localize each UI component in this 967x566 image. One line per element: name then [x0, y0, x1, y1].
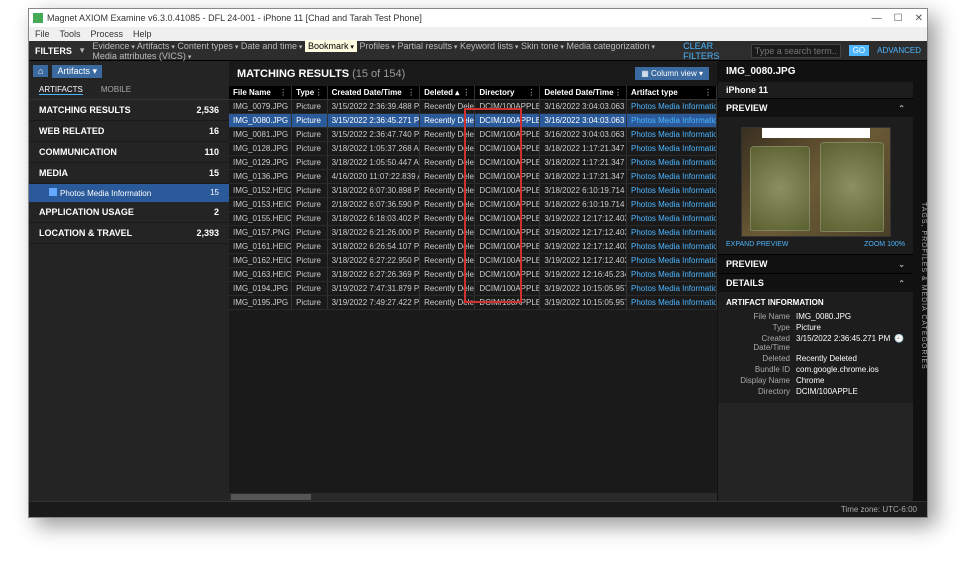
detail-row: TypePicture: [726, 322, 905, 333]
tab-artifacts[interactable]: ARTIFACTS: [39, 85, 83, 95]
table-row[interactable]: IMG_0079.JPGPicture3/15/2022 2:36:39.488…: [229, 100, 717, 114]
app-icon: [33, 13, 43, 23]
col-artifact-type[interactable]: Artifact type⋮: [627, 86, 717, 99]
table-row[interactable]: IMG_0194.JPGPicture3/19/2022 7:47:31.879…: [229, 282, 717, 296]
column-view-button[interactable]: ▦ Column view ▾: [635, 67, 709, 80]
preview-body: EXPAND PREVIEW ZOOM 100%: [718, 117, 913, 254]
filterbar: FILTERS ▾ Evidence Artifacts Content typ…: [29, 41, 927, 61]
col-deleted-date-time[interactable]: Deleted Date/Time⋮: [540, 86, 627, 99]
details-panel-header[interactable]: DETAILS⌃: [718, 273, 913, 292]
detail-row: Created Date/Time3/15/2022 2:36:45.271 P…: [726, 333, 905, 353]
table-row[interactable]: IMG_0153.HEICPicture2/18/2022 6:07:36.59…: [229, 198, 717, 212]
artifacts-dropdown[interactable]: Artifacts ▾: [52, 65, 102, 78]
chevron-up-icon: ⌃: [898, 279, 905, 288]
table-row[interactable]: IMG_0163.HEICPicture3/18/2022 6:27:26.36…: [229, 268, 717, 282]
table-row[interactable]: IMG_0136.JPGPicture4/16/2020 11:07:22.83…: [229, 170, 717, 184]
filter-skin-tone[interactable]: Skin tone: [521, 41, 564, 51]
preview-panel-header[interactable]: PREVIEW⌃: [718, 98, 913, 117]
timezone-label: Time zone: UTC-6:00: [841, 505, 917, 514]
table-row[interactable]: IMG_0157.PNGPicture3/18/2022 6:21:26.000…: [229, 226, 717, 240]
menu-tools[interactable]: Tools: [60, 29, 81, 39]
expand-preview-link[interactable]: EXPAND PREVIEW: [726, 241, 789, 248]
menubar: File Tools Process Help: [29, 27, 927, 41]
detail-row: DeletedRecently Deleted: [726, 353, 905, 364]
results-heading: MATCHING RESULTS: [237, 68, 349, 80]
filter-content-types[interactable]: Content types: [177, 41, 238, 51]
minimize-button[interactable]: —: [872, 13, 882, 24]
table-row[interactable]: IMG_0128.JPGPicture3/18/2022 1:05:37.268…: [229, 142, 717, 156]
artifact-info-heading: ARTIFACT INFORMATION: [726, 298, 905, 307]
table-row[interactable]: IMG_0152.HEICPicture3/18/2022 6:07:30.89…: [229, 184, 717, 198]
advanced-link[interactable]: ADVANCED: [877, 46, 921, 55]
preview2-panel-header[interactable]: PREVIEW⌄: [718, 254, 913, 273]
filter-media-attributes-vics-[interactable]: Media attributes (VICS): [92, 51, 191, 61]
results-count: (15 of 154): [352, 68, 405, 80]
filter-date-and-time[interactable]: Date and time: [241, 41, 303, 51]
sidebar-cat-communication[interactable]: COMMUNICATION110: [29, 142, 229, 163]
filter-partial-results[interactable]: Partial results: [397, 41, 457, 51]
detail-row: DirectoryDCIM/100APPLE: [726, 386, 905, 397]
table-header: File Name⋮Type⋮Created Date/Time⋮Deleted…: [229, 86, 717, 100]
chevron-up-icon: ⌃: [898, 104, 905, 113]
inspector-filename: IMG_0080.JPG: [718, 61, 913, 82]
col-file-name[interactable]: File Name⋮: [229, 86, 292, 99]
horizontal-scrollbar[interactable]: [229, 493, 717, 501]
close-button[interactable]: ✕: [915, 13, 923, 24]
table-row[interactable]: IMG_0161.HEICPicture3/18/2022 6:26:54.10…: [229, 240, 717, 254]
col-type[interactable]: Type⋮: [292, 86, 328, 99]
sidebar-tabs: ARTIFACTS MOBILE: [29, 81, 229, 100]
menu-file[interactable]: File: [35, 29, 50, 39]
clear-filters-link[interactable]: CLEAR FILTERS: [683, 41, 743, 61]
detail-row: Bundle IDcom.google.chrome.ios: [726, 364, 905, 375]
table-row[interactable]: IMG_0129.JPGPicture3/18/2022 1:05:50.447…: [229, 156, 717, 170]
results-table: File Name⋮Type⋮Created Date/Time⋮Deleted…: [229, 86, 717, 310]
sidebar: ⌂ Artifacts ▾ ARTIFACTS MOBILE MATCHING …: [29, 61, 229, 501]
col-directory[interactable]: Directory⋮: [475, 86, 540, 99]
sidebar-cat-web-related[interactable]: WEB RELATED16: [29, 121, 229, 142]
sidebar-cat-matching-results[interactable]: MATCHING RESULTS2,536: [29, 100, 229, 121]
tab-mobile[interactable]: MOBILE: [101, 85, 131, 95]
window-title: Magnet AXIOM Examine v6.3.0.41085 - DFL …: [47, 13, 422, 23]
sidebar-cat-application-usage[interactable]: APPLICATION USAGE2: [29, 202, 229, 223]
maximize-button[interactable]: ☐: [894, 13, 903, 24]
filter-bookmark[interactable]: Bookmark: [305, 40, 357, 52]
details-body: ARTIFACT INFORMATION File NameIMG_0080.J…: [718, 292, 913, 403]
sidebar-cat-media[interactable]: MEDIA15: [29, 163, 229, 184]
inspector-device: iPhone 11: [718, 82, 913, 98]
app-window: Magnet AXIOM Examine v6.3.0.41085 - DFL …: [28, 8, 928, 518]
window-controls: — ☐ ✕: [872, 13, 923, 24]
table-row[interactable]: IMG_0195.JPGPicture3/19/2022 7:49:27.422…: [229, 296, 717, 310]
table-row[interactable]: IMG_0162.HEICPicture3/18/2022 6:27:22.95…: [229, 254, 717, 268]
filter-media-categorization[interactable]: Media categorization: [566, 41, 655, 51]
filter-profiles[interactable]: Profiles: [359, 41, 394, 51]
detail-row: Display NameChrome: [726, 375, 905, 386]
results-pane: MATCHING RESULTS (15 of 154) ▦ Column vi…: [229, 61, 717, 501]
statusbar: Time zone: UTC-6:00: [29, 501, 927, 517]
preview-image[interactable]: [741, 127, 891, 237]
chevron-down-icon: ⌄: [898, 260, 905, 269]
tags-side-tab[interactable]: TAGS, PROFILES & MEDIA CATEGORIES: [913, 61, 927, 501]
go-button[interactable]: GO: [849, 45, 869, 56]
filter-artifacts[interactable]: Artifacts: [137, 41, 175, 51]
search-input[interactable]: [751, 44, 841, 58]
col-deleted[interactable]: Deleted ▴⋮: [420, 86, 475, 99]
col-created-date-time[interactable]: Created Date/Time⋮: [328, 86, 421, 99]
filter-keyword-lists[interactable]: Keyword lists: [460, 41, 518, 51]
sidebar-cat-location-travel[interactable]: LOCATION & TRAVEL2,393: [29, 223, 229, 244]
filters-label: FILTERS: [35, 46, 72, 56]
clock-icon[interactable]: 🕘: [894, 334, 904, 343]
filter-evidence[interactable]: Evidence: [92, 41, 135, 51]
titlebar: Magnet AXIOM Examine v6.3.0.41085 - DFL …: [29, 9, 927, 27]
zoom-label[interactable]: ZOOM 100%: [864, 241, 905, 248]
detail-row: File NameIMG_0080.JPG: [726, 311, 905, 322]
dd-arrow-icon[interactable]: ▾: [80, 45, 85, 56]
menu-help[interactable]: Help: [133, 29, 152, 39]
menu-process[interactable]: Process: [91, 29, 124, 39]
sidebar-subcat-photos-media[interactable]: Photos Media Information15: [29, 184, 229, 202]
table-row[interactable]: IMG_0080.JPGPicture3/15/2022 2:36:45.271…: [229, 114, 717, 128]
inspector: TAGS, PROFILES & MEDIA CATEGORIES IMG_00…: [717, 61, 927, 501]
table-row[interactable]: IMG_0081.JPGPicture3/15/2022 2:36:47.740…: [229, 128, 717, 142]
table-row[interactable]: IMG_0155.HEICPicture3/18/2022 6:18:03.40…: [229, 212, 717, 226]
home-button[interactable]: ⌂: [33, 65, 48, 77]
